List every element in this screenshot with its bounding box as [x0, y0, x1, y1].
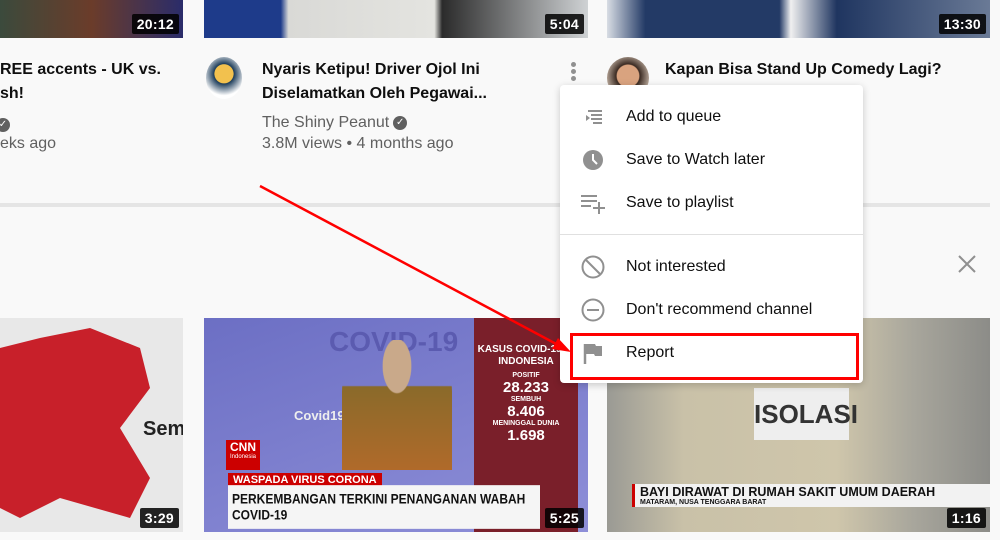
annotation-arrow: [259, 184, 571, 352]
